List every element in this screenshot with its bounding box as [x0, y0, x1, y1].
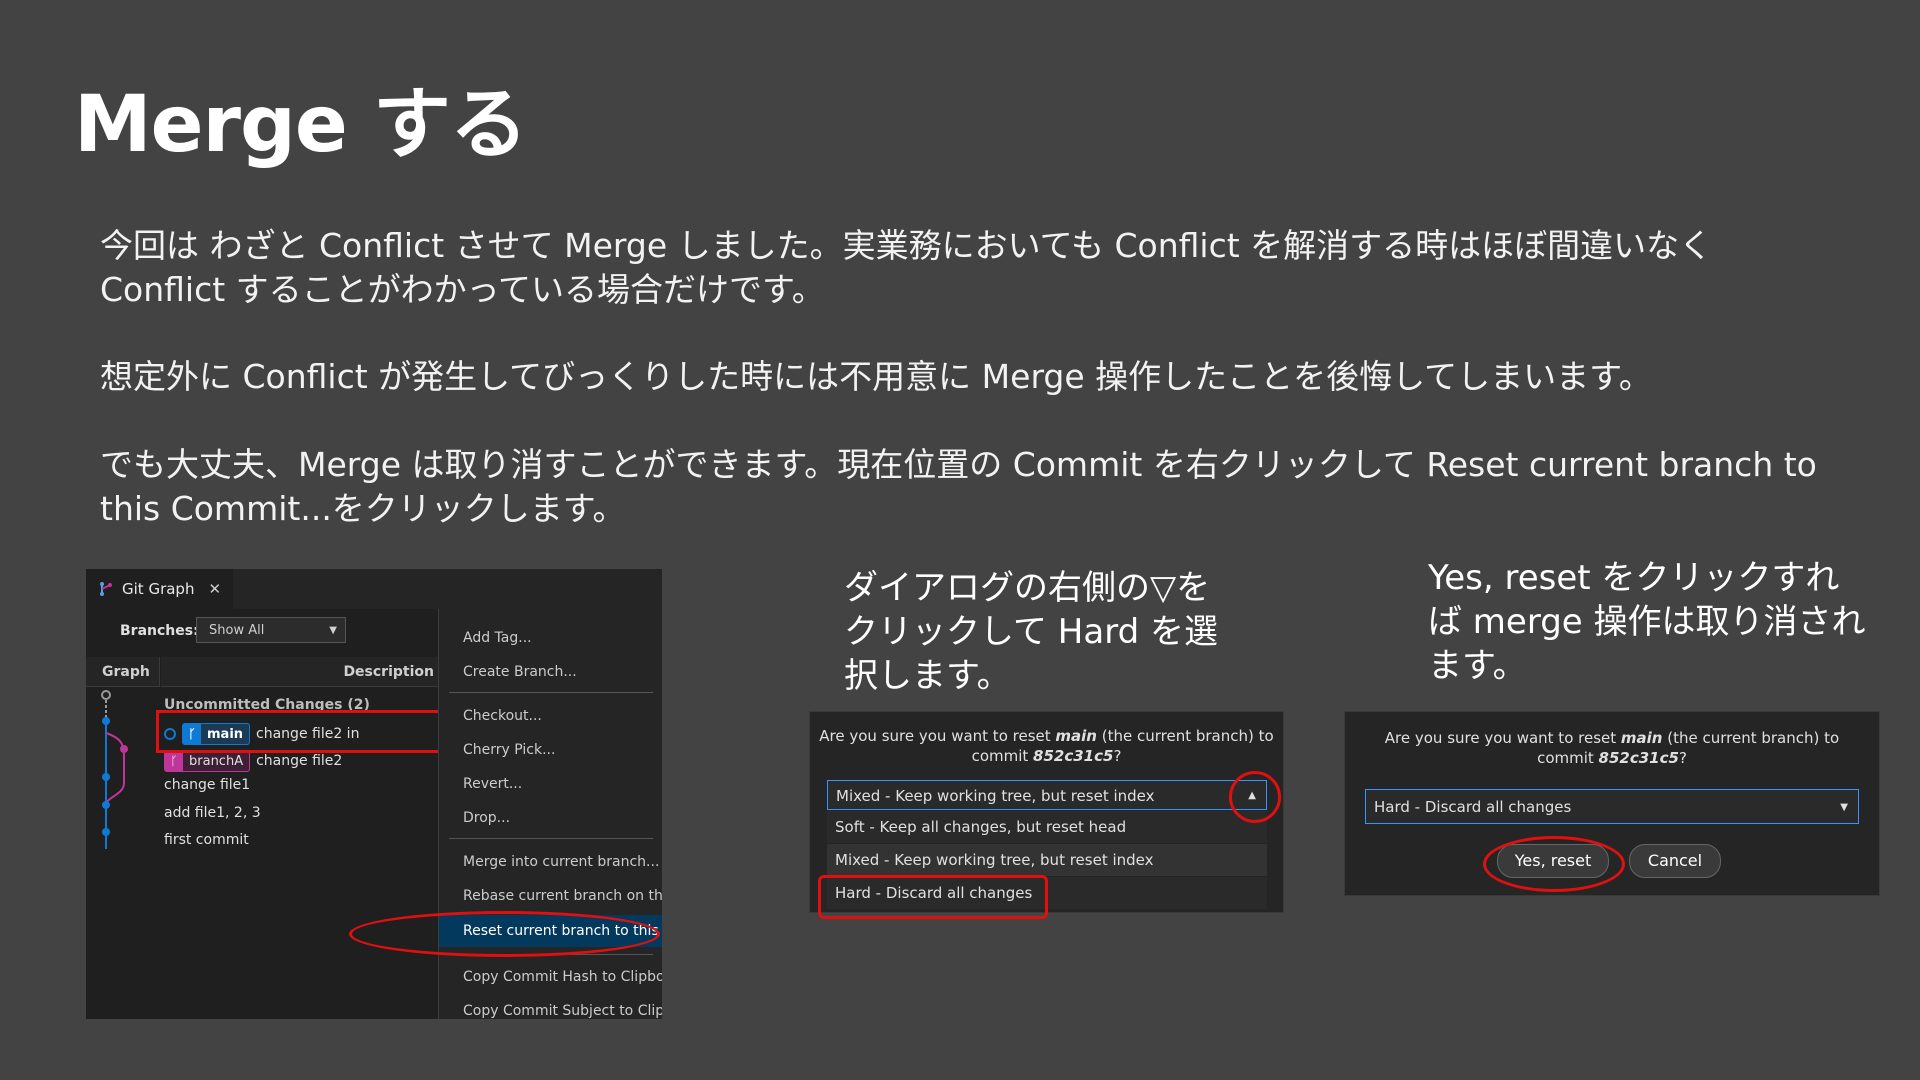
dialog-text: (the current branch) to — [1096, 727, 1274, 745]
context-menu: Add Tag... Create Branch... Checkout... … — [438, 609, 662, 1019]
cancel-button[interactable]: Cancel — [1629, 844, 1721, 878]
branch-tag-branchA[interactable]: ᚴ branchA — [164, 750, 251, 772]
menu-merge-into-current[interactable]: Merge into current branch... — [439, 847, 662, 877]
commit-row[interactable]: add file1, 2, 3 — [164, 805, 261, 821]
dialog-text: Are you sure you want to reset — [1384, 729, 1621, 747]
menu-cherry-pick[interactable]: Cherry Pick... — [439, 735, 662, 765]
tab-label: Git Graph — [122, 580, 195, 598]
commit-node — [120, 745, 128, 753]
tab-bar: Git Graph ✕ — [86, 569, 662, 609]
commit-graph — [101, 690, 128, 849]
menu-revert[interactable]: Revert... — [439, 769, 662, 799]
reset-dialog-hard-selected: Are you sure you want to reset main (the… — [1344, 711, 1880, 896]
commit-node — [102, 717, 110, 725]
dialog-message-line1: Are you sure you want to reset main (the… — [810, 726, 1283, 746]
paragraph-1: 今回は わざと Conflict させて Merge しました。実業務においても… — [100, 226, 1713, 309]
dialog-text: ? — [1678, 749, 1687, 767]
menu-copy-commit-hash[interactable]: Copy Commit Hash to Clipboard — [439, 962, 662, 992]
branches-select[interactable]: Show All ▼ — [196, 617, 346, 643]
dialog-message-line2: commit 852c31c5? — [1345, 748, 1879, 768]
commit-node — [102, 801, 110, 809]
reset-mode-select[interactable]: Hard - Discard all changes ▼ — [1365, 789, 1859, 824]
caption-select-hard: ダイアログの右側の▽をクリックして Hard を選択します。 — [844, 568, 1218, 696]
highlight-box — [818, 875, 1048, 919]
menu-separator — [449, 692, 653, 693]
close-icon[interactable]: ✕ — [208, 580, 221, 598]
column-header-graph: Graph — [86, 657, 160, 687]
branches-select-value: Show All — [209, 623, 265, 638]
option-mixed[interactable]: Mixed - Keep working tree, but reset ind… — [827, 844, 1267, 876]
commit-message: change file2 — [256, 753, 343, 769]
tab-git-graph[interactable]: Git Graph ✕ — [86, 569, 234, 609]
column-header-description: Description — [161, 657, 438, 687]
dialog-text: commit — [1537, 749, 1599, 767]
dialog-message-line1: Are you sure you want to reset main (the… — [1345, 728, 1879, 748]
dialog-text: ? — [1113, 747, 1122, 765]
reset-mode-value: Hard - Discard all changes — [1374, 798, 1572, 816]
menu-separator — [449, 838, 653, 839]
commit-hash: 852c31c5 — [1598, 749, 1679, 767]
paragraph-2: 想定外に Conflict が発生してびっくりした時には不用意に Merge 操… — [100, 357, 1652, 396]
reset-mode-select[interactable]: Mixed - Keep working tree, but reset ind… — [827, 780, 1267, 810]
caption-click-yes-reset: Yes, reset をクリックすれば merge 操作は取り消されます。 — [1428, 558, 1866, 686]
branches-label: Branches: — [120, 623, 199, 639]
chevron-down-icon: ▼ — [1840, 802, 1848, 813]
menu-create-branch[interactable]: Create Branch... — [439, 657, 662, 687]
branch-name: main — [1620, 729, 1663, 747]
git-graph-icon — [100, 582, 112, 596]
dialog-message-line2: commit 852c31c5? — [810, 746, 1283, 766]
chevron-down-icon: ▼ — [329, 625, 337, 636]
highlight-box — [156, 710, 442, 753]
dialog-text: Are you sure you want to reset — [819, 727, 1056, 745]
commit-row-branchA[interactable]: ᚴ branchA change file2 — [164, 750, 342, 772]
option-soft[interactable]: Soft - Keep all changes, but reset head — [827, 811, 1267, 843]
menu-copy-commit-subject[interactable]: Copy Commit Subject to Clipboard — [439, 996, 662, 1019]
uncommitted-node — [101, 690, 111, 700]
highlight-ellipse — [349, 911, 660, 957]
menu-drop[interactable]: Drop... — [439, 803, 662, 833]
commit-node — [102, 773, 110, 781]
dialog-text: commit — [971, 747, 1034, 765]
menu-checkout[interactable]: Checkout... — [439, 701, 662, 731]
dialog-text: (the current branch) to — [1662, 729, 1840, 747]
menu-rebase-current[interactable]: Rebase current branch on this Commit... — [439, 881, 662, 911]
slide-title: Merge する — [74, 80, 528, 170]
commit-row[interactable]: change file1 — [164, 777, 250, 793]
branch-name: main — [1055, 727, 1097, 745]
highlight-ellipse — [1229, 771, 1281, 823]
branch-icon: ᚴ — [165, 751, 183, 771]
git-graph-panel: Git Graph ✕ Branches: Show All ▼ Graph D… — [86, 569, 662, 1019]
reset-mode-value: Mixed - Keep working tree, but reset ind… — [836, 787, 1155, 805]
commit-hash: 852c31c5 — [1033, 747, 1114, 765]
commit-node — [102, 828, 110, 836]
paragraph-3: でも大丈夫、Merge は取り消すことができます。現在位置の Commit を右… — [100, 445, 1817, 528]
menu-add-tag[interactable]: Add Tag... — [439, 623, 662, 653]
highlight-ellipse — [1483, 836, 1625, 892]
commit-row[interactable]: first commit — [164, 832, 249, 848]
reset-dialog-dropdown-open: Are you sure you want to reset main (the… — [809, 711, 1284, 919]
